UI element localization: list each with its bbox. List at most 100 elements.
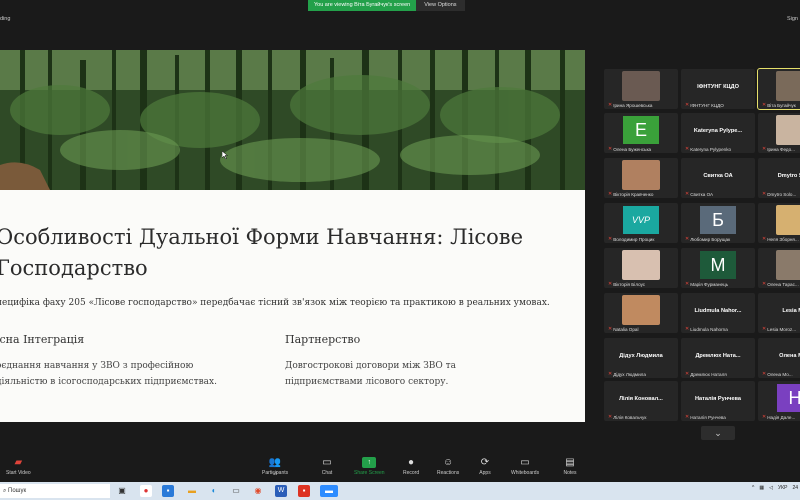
- participant-name-label: ✕ Олена Мо...: [762, 371, 793, 377]
- participant-tile[interactable]: ✕ Олена Тарас...: [758, 248, 800, 288]
- participant-tile[interactable]: E ✕ Олена Буженська: [604, 113, 678, 153]
- participant-name: Володимир Процик: [613, 236, 655, 242]
- participants-label: Participants: [262, 470, 289, 476]
- participant-tile[interactable]: Свитка ОА ✕ Свитка ОА: [681, 158, 755, 198]
- system-tray: ^ ▦ ◁ УКР 24: [752, 485, 798, 491]
- record-button[interactable]: ● Record: [403, 457, 419, 476]
- taskbar-search[interactable]: ⌕ Пошук: [0, 484, 110, 498]
- participant-tile[interactable]: Н ✕ Надія Дале...: [758, 381, 800, 421]
- notes-label: Notes: [563, 470, 577, 476]
- taskbar-search-label: Пошук: [8, 488, 27, 494]
- language-indicator[interactable]: УКР: [778, 485, 787, 491]
- share-screen-button[interactable]: ↑ Share Screen: [354, 457, 385, 476]
- participant-name-label: ✕ Liudmula Nahorna: [685, 326, 728, 332]
- muted-mic-icon: ✕: [762, 414, 767, 420]
- participant-tile[interactable]: Дідух Людмила ✕ Дідух Людмила: [604, 338, 678, 378]
- word-icon[interactable]: W: [275, 485, 287, 497]
- edge-icon[interactable]: ◐: [208, 485, 220, 497]
- participant-tile[interactable]: ✕ Ірина Ярошевська: [604, 69, 678, 109]
- participant-name: Олена Мо...: [767, 371, 793, 377]
- participant-video: [776, 205, 800, 235]
- app-icon[interactable]: ▭: [230, 485, 242, 497]
- task-view-icon[interactable]: ▣: [116, 485, 128, 497]
- participants-button[interactable]: 👥37 Participants: [262, 457, 288, 476]
- muted-mic-icon: ✕: [685, 236, 690, 242]
- tray-chevron-icon[interactable]: ^: [752, 485, 754, 491]
- video-off-icon: ▰: [14, 457, 23, 468]
- window-label-right[interactable]: Sign: [787, 16, 798, 22]
- participant-tile[interactable]: Б ✕ Любомир Борущак: [681, 203, 755, 243]
- participant-tile[interactable]: ✕ Ірина Федо...: [758, 113, 800, 153]
- participant-name-label: ✕ ІФНТУНГ КЦДО: [685, 102, 724, 108]
- folder-icon[interactable]: ▬: [186, 485, 198, 497]
- participant-name-label: ✕ Dmytro Solo...: [762, 191, 796, 197]
- participant-tile[interactable]: Lesia M... ✕Lesia Moroz...: [758, 293, 800, 333]
- participant-tile[interactable]: Dmytro Sol... ✕Dmytro Solo...: [758, 158, 800, 198]
- apps-button[interactable]: ⟳ Apps: [478, 457, 492, 476]
- participant-tile[interactable]: Лілія Коновал... ✕ Лілія Ковальчук: [604, 381, 678, 421]
- participant-video: [776, 250, 800, 280]
- participant-name-label: ✕ Свитка ОА: [685, 191, 713, 197]
- participant-name: Liudmula Nahorna: [690, 326, 728, 332]
- meeting-toolbar: ▰ Start Video 👥37 Participants ▭ Chat ↑ …: [0, 452, 800, 482]
- participant-tile[interactable]: ✕ Вікторія Кравченко: [604, 158, 678, 198]
- participant-tile[interactable]: ✕ Неля Зборня...: [758, 203, 800, 243]
- participant-tile[interactable]: Liudmula Nahor... ✕ Liudmula Nahorna: [681, 293, 755, 333]
- participant-name: Наталія Рунчева: [690, 414, 726, 420]
- participant-tile[interactable]: ✕ Віта Бугайчук: [757, 68, 800, 110]
- participant-tile[interactable]: ІФНТУНГ КЦДО ✕ ІФНТУНГ КЦДО: [681, 69, 755, 109]
- whiteboards-button[interactable]: ▭ Whiteboards: [511, 457, 539, 476]
- participant-name: Дремлюх Наталя: [690, 371, 727, 377]
- reactions-button[interactable]: ☺ Reactions: [437, 457, 459, 476]
- slide-title: Особливості Дуальної Форми Навчання: Ліс…: [0, 225, 524, 280]
- whiteboard-icon: ▭: [520, 457, 530, 468]
- participant-tile[interactable]: ✕ Natalia Opal: [604, 293, 678, 333]
- store-app-icon[interactable]: ▪: [162, 485, 174, 497]
- notes-icon: ▤: [565, 457, 575, 468]
- participant-tile[interactable]: Наталія Рунчева ✕ Наталія Рунчева: [681, 381, 755, 421]
- participant-tile[interactable]: Дремлюх Ната... ✕ Дремлюх Наталя: [681, 338, 755, 378]
- muted-mic-icon: ✕: [685, 414, 690, 420]
- whiteboards-label: Whiteboards: [511, 470, 540, 476]
- participant-tile[interactable]: Олена Мо...✕Олена Мо...: [758, 338, 800, 378]
- volume-icon[interactable]: ◁: [769, 485, 773, 491]
- muted-mic-icon: ✕: [608, 102, 613, 108]
- participant-tile[interactable]: ✕ Вікторія Білоус: [604, 248, 678, 288]
- muted-mic-icon: ✕: [608, 326, 613, 332]
- participant-avatar: VVP: [623, 206, 659, 234]
- browser-app-icon[interactable]: ●: [140, 485, 152, 497]
- participant-tile[interactable]: M ✕ Марія Фурманець: [681, 248, 755, 288]
- participant-display-name: Dmytro Sol...: [777, 173, 800, 179]
- muted-mic-icon: ✕: [685, 191, 690, 197]
- pdf-icon[interactable]: ▪: [298, 485, 310, 497]
- chevron-down-icon[interactable]: ⌄: [701, 426, 735, 440]
- notes-button[interactable]: ▤ Notes: [563, 457, 577, 476]
- muted-mic-icon: ✕: [762, 281, 767, 287]
- chat-button[interactable]: ▭ Chat: [320, 457, 334, 476]
- view-options-button[interactable]: View Options: [416, 0, 465, 11]
- participant-name: Неля Зборня...: [767, 236, 799, 242]
- zoom-taskbar-icon[interactable]: ▬: [320, 485, 338, 497]
- participant-tile[interactable]: VVP ✕ Володимир Процик: [604, 203, 678, 243]
- muted-mic-icon: ✕: [685, 371, 690, 377]
- slide-intro: пецифіка фаху 205 «Лісове господарство» …: [0, 298, 550, 308]
- chrome-icon[interactable]: ◉: [252, 485, 264, 497]
- participant-video: [776, 71, 800, 101]
- shared-screen: Особливості Дуальної Форми Навчання: Ліс…: [0, 50, 585, 422]
- participant-display-name: Дремлюх Ната...: [695, 353, 741, 359]
- forest-image: [0, 50, 585, 190]
- participant-name-label: ✕ Володимир Процик: [608, 236, 654, 242]
- participant-display-name: Kateryna Pylype...: [693, 128, 743, 134]
- participant-name: Марія Фурманець: [690, 281, 729, 287]
- participant-display-name: Лілія Коновал...: [619, 396, 663, 402]
- participant-tile[interactable]: Kateryna Pylype... ✕ Kateryna Pylypenko: [681, 113, 755, 153]
- clock[interactable]: 24: [792, 485, 798, 491]
- start-video-button[interactable]: ▰ Start Video: [6, 457, 31, 476]
- muted-mic-icon: ✕: [762, 102, 767, 108]
- participant-name-label: ✕ Віта Бугайчук: [762, 102, 796, 108]
- network-icon[interactable]: ▦: [759, 485, 764, 491]
- muted-mic-icon: ✕: [762, 326, 767, 332]
- chat-label: Chat: [321, 470, 333, 476]
- participant-name-label: ✕ Natalia Opal: [608, 326, 638, 332]
- participant-name: Надія Дале...: [767, 414, 796, 420]
